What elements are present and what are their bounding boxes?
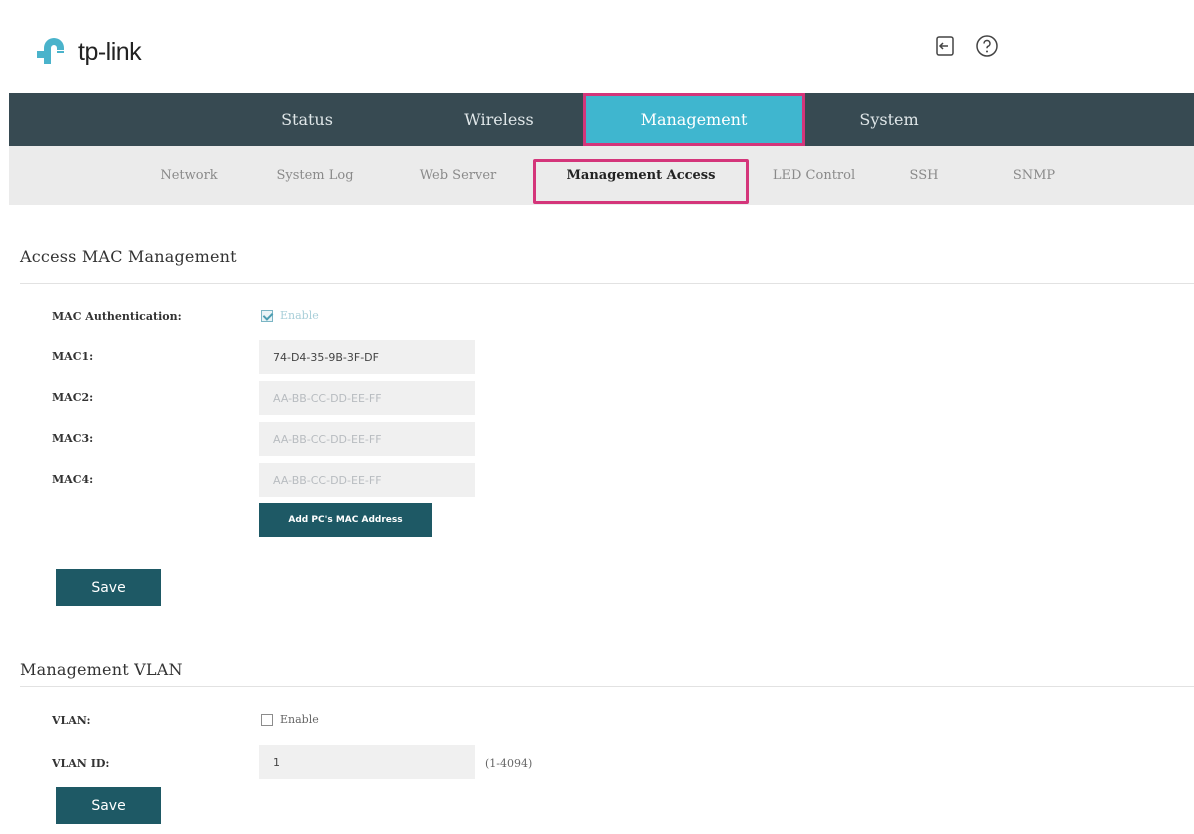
subnav-system-log[interactable]: System Log	[265, 146, 365, 205]
mac4-field[interactable]	[273, 473, 461, 487]
vlan-enable-checkbox[interactable]	[261, 714, 273, 726]
nav-management[interactable]: Management	[583, 93, 805, 146]
nav-wireless[interactable]: Wireless	[429, 93, 569, 146]
mac4-label: MAC4:	[52, 473, 94, 486]
mac3-field[interactable]	[273, 432, 461, 446]
subnav-snmp[interactable]: SNMP	[994, 146, 1074, 205]
mac2-label: MAC2:	[52, 391, 94, 404]
vlan-label: VLAN:	[52, 714, 91, 727]
mac3-input[interactable]	[259, 422, 475, 456]
mac1-input[interactable]	[259, 340, 475, 374]
mac3-label: MAC3:	[52, 432, 94, 445]
help-icon[interactable]	[973, 32, 1001, 60]
vlan-id-input[interactable]	[259, 745, 475, 779]
nav-system[interactable]: System	[819, 93, 959, 146]
mac-save-button[interactable]: Save	[56, 569, 161, 606]
section-divider	[20, 686, 1194, 687]
vlan-id-label: VLAN ID:	[52, 757, 110, 770]
subnav-led-control[interactable]: LED Control	[764, 146, 864, 205]
mac-auth-label: MAC Authentication:	[52, 310, 182, 323]
logout-icon[interactable]	[931, 32, 959, 60]
logo-text: tp-link	[78, 37, 142, 66]
nav-status[interactable]: Status	[247, 93, 367, 146]
tp-link-logo-icon	[37, 38, 64, 64]
mac2-input[interactable]	[259, 381, 475, 415]
subnav-web-server[interactable]: Web Server	[403, 146, 513, 205]
main-nav: Status Wireless Management System	[9, 93, 1194, 146]
header: tp-link	[9, 10, 1194, 93]
vlan-enable-label: Enable	[280, 713, 319, 726]
mac-auth-enable-checkbox[interactable]	[261, 310, 273, 322]
mac4-input[interactable]	[259, 463, 475, 497]
mgmt-vlan-title: Management VLAN	[20, 660, 183, 679]
header-icons	[931, 32, 1001, 60]
vlan-id-field[interactable]	[273, 755, 461, 769]
sub-nav: Network System Log Web Server Management…	[9, 146, 1194, 205]
mac1-field[interactable]	[273, 350, 461, 364]
tp-link-logo: tp-link	[36, 32, 142, 72]
mac1-label: MAC1:	[52, 350, 94, 363]
active-subnav-highlight	[533, 159, 749, 204]
access-mac-title: Access MAC Management	[20, 247, 237, 266]
subnav-network[interactable]: Network	[139, 146, 239, 205]
mac-auth-enable-label: Enable	[280, 309, 319, 322]
vlan-id-range-hint: (1-4094)	[485, 757, 533, 770]
mac2-field[interactable]	[273, 391, 461, 405]
vlan-save-button[interactable]: Save	[56, 787, 161, 824]
section-divider	[20, 283, 1194, 284]
add-pc-mac-button[interactable]: Add PC's MAC Address	[259, 503, 432, 537]
subnav-ssh[interactable]: SSH	[894, 146, 954, 205]
